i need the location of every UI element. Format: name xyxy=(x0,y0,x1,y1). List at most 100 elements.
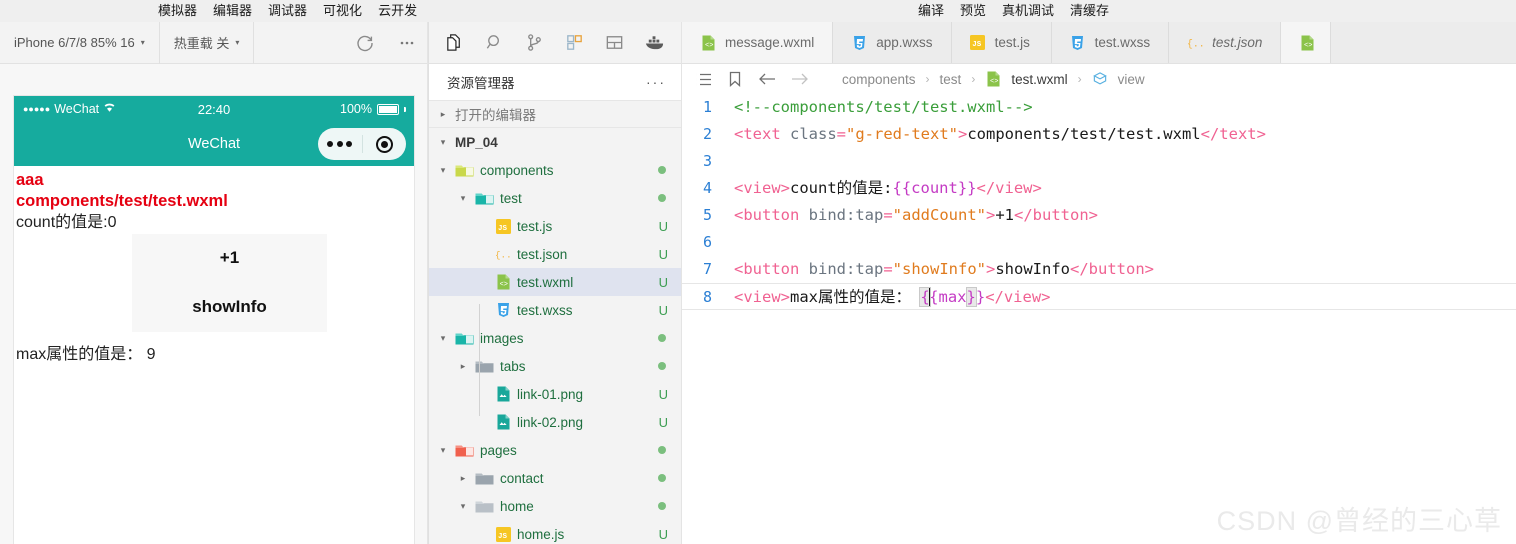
tree-item-home-js[interactable]: · JS home.js U xyxy=(429,520,682,544)
code-editor[interactable]: 1 <!--components/test/test.wxml--> 2 <te… xyxy=(682,94,1516,544)
chevron-right-icon[interactable]: ▸ xyxy=(457,361,469,372)
code-text: max属性的值是： xyxy=(790,288,921,306)
breadcrumb-item-file[interactable]: test.wxml xyxy=(1011,72,1067,87)
code-eq: = xyxy=(883,260,893,278)
tab-test-wxml-active[interactable]: <> xyxy=(1281,22,1332,63)
menu-item-editor[interactable]: 编辑器 xyxy=(213,0,252,22)
search-icon[interactable] xyxy=(475,22,513,64)
layout-icon[interactable] xyxy=(595,22,633,64)
simulator-button-column: +1 showInfo xyxy=(132,233,327,332)
source-control-icon[interactable] xyxy=(515,22,553,64)
outline-list-icon[interactable] xyxy=(692,72,714,87)
breadcrumb-separator: › xyxy=(1077,72,1082,86)
max-value-text: max属性的值是： 9 xyxy=(16,345,156,363)
activity-bar xyxy=(428,22,682,64)
json-file-icon: {..} xyxy=(1187,35,1203,51)
tree-item-test-json[interactable]: · {..} test.json U xyxy=(429,240,682,268)
tree-item-tabs[interactable]: ▸ tabs xyxy=(429,352,682,380)
menu-item-visualizer[interactable]: 可视化 xyxy=(323,0,362,22)
svg-text:<>: <> xyxy=(705,42,713,50)
tree-item-images[interactable]: ▾ images xyxy=(429,324,682,352)
tab-test-js[interactable]: JS test.js xyxy=(951,22,1052,63)
menubar: 模拟器 编辑器 调试器 可视化 云开发 编译 预览 真机调试 清缓存 xyxy=(0,0,1516,22)
capsule-more-icon[interactable] xyxy=(318,141,362,147)
chevron-down-icon[interactable]: ▾ xyxy=(437,333,449,344)
folder-status-dot xyxy=(658,502,666,510)
file-tree: ▾ components ▾ test · JS test.js U · {..} test.jso… xyxy=(429,156,682,544)
tree-item-home[interactable]: ▾ home xyxy=(429,492,682,520)
chevron-down-icon[interactable]: ▾ xyxy=(437,165,449,176)
code-comment: <!--components/test/test.wxml--> xyxy=(734,98,1033,116)
hot-reload-selector[interactable]: 热重载 关 ▾ xyxy=(160,21,255,64)
tab-message-wxml[interactable]: <> message.wxml xyxy=(682,22,834,63)
js-file-icon: JS xyxy=(495,218,511,234)
more-horizontal-icon[interactable]: ··· xyxy=(646,74,666,90)
chevron-right-icon[interactable]: ▸ xyxy=(457,473,469,484)
folder-status-dot xyxy=(658,446,666,454)
tree-item-label: pages xyxy=(480,442,517,458)
tree-indent: · xyxy=(477,221,489,231)
device-selector[interactable]: iPhone 6/7/8 85% 16 ▾ xyxy=(0,21,160,64)
line-number: 8 xyxy=(682,283,724,310)
chevron-down-icon[interactable]: ▾ xyxy=(457,501,469,512)
tree-item-contact[interactable]: ▸ contact xyxy=(429,464,682,492)
bookmark-icon[interactable] xyxy=(724,71,746,87)
folder-plain-icon xyxy=(475,359,494,374)
arrow-left-icon[interactable] xyxy=(756,72,778,86)
show-info-button[interactable]: showInfo xyxy=(132,282,327,332)
tab-test-wxss[interactable]: test.wxss xyxy=(1051,22,1170,63)
tree-item-test-wxml[interactable]: · <> test.wxml U xyxy=(429,268,682,296)
more-horizontal-icon[interactable] xyxy=(386,22,428,64)
breadcrumb-item-view[interactable]: view xyxy=(1118,72,1145,87)
breadcrumb-item-components[interactable]: components xyxy=(842,72,916,87)
breadcrumb-item-test[interactable]: test xyxy=(940,72,962,87)
code-content: <!--components/test/test.wxml--> xyxy=(724,94,1516,121)
tab-test-json[interactable]: {..} test.json xyxy=(1169,22,1282,63)
wxml-file-icon: <> xyxy=(985,71,1001,87)
capsule-button[interactable] xyxy=(318,128,406,160)
tab-app-wxss[interactable]: app.wxss xyxy=(833,22,952,63)
navbar-title: WeChat xyxy=(187,136,241,152)
svg-text:{..}: {..} xyxy=(495,249,511,260)
extensions-icon[interactable] xyxy=(555,22,593,64)
folder-status-dot xyxy=(658,474,666,482)
menu-item-simulator[interactable]: 模拟器 xyxy=(158,0,197,22)
menu-item-device-debug[interactable]: 真机调试 xyxy=(1002,0,1054,22)
chevron-down-icon[interactable]: ▾ xyxy=(437,445,449,456)
add-count-button[interactable]: +1 xyxy=(132,233,327,283)
menu-item-cloud-dev[interactable]: 云开发 xyxy=(378,0,417,22)
code-string: "addCount" xyxy=(892,206,986,224)
refresh-icon[interactable] xyxy=(344,22,386,64)
wxss-file-icon xyxy=(495,302,511,318)
menu-item-clear-cache[interactable]: 清缓存 xyxy=(1070,0,1109,22)
tree-item-link-01-png[interactable]: ·link-01.pngU xyxy=(429,380,682,408)
tree-item-label: test.wxml xyxy=(517,274,574,290)
folder-status-dot xyxy=(658,362,666,370)
code-content: <button bind:tap="addCount">+1</button> xyxy=(724,202,1516,229)
files-icon[interactable] xyxy=(435,22,473,64)
tree-item-test-js[interactable]: · JS test.js U xyxy=(429,212,682,240)
tree-guide-line xyxy=(479,304,480,416)
wechat-devtools-window: 模拟器 编辑器 调试器 可视化 云开发 编译 预览 真机调试 清缓存 iPhon… xyxy=(0,0,1516,544)
tree-item-pages[interactable]: ▾ pages xyxy=(429,436,682,464)
wxml-file-icon: <> xyxy=(700,35,716,51)
explorer-open-editors[interactable]: ▸ 打开的编辑器 xyxy=(429,100,682,128)
explorer-project-root[interactable]: ▾ MP_04 xyxy=(429,128,682,156)
code-closetag: </text> xyxy=(1200,125,1266,143)
arrow-right-icon[interactable] xyxy=(788,72,810,86)
menu-item-preview[interactable]: 预览 xyxy=(960,0,986,22)
wxss-file-icon xyxy=(1070,35,1086,51)
js-file-icon: JS xyxy=(495,526,511,542)
chevron-down-icon[interactable]: ▾ xyxy=(457,193,469,204)
menu-item-debugger[interactable]: 调试器 xyxy=(268,0,307,22)
capsule-target-icon[interactable] xyxy=(363,135,407,153)
tree-item-link-02-png[interactable]: · link-02.png U xyxy=(429,408,682,436)
tree-item-components[interactable]: ▾ components xyxy=(429,156,682,184)
docker-icon[interactable] xyxy=(635,22,673,64)
code-gt: > xyxy=(958,125,968,143)
image-file-icon xyxy=(495,386,511,402)
menu-item-compile[interactable]: 编译 xyxy=(918,0,944,22)
code-content xyxy=(724,229,1516,256)
tree-item-test[interactable]: ▾ test xyxy=(429,184,682,212)
tree-item-test-wxss[interactable]: ·test.wxssU xyxy=(429,296,682,324)
